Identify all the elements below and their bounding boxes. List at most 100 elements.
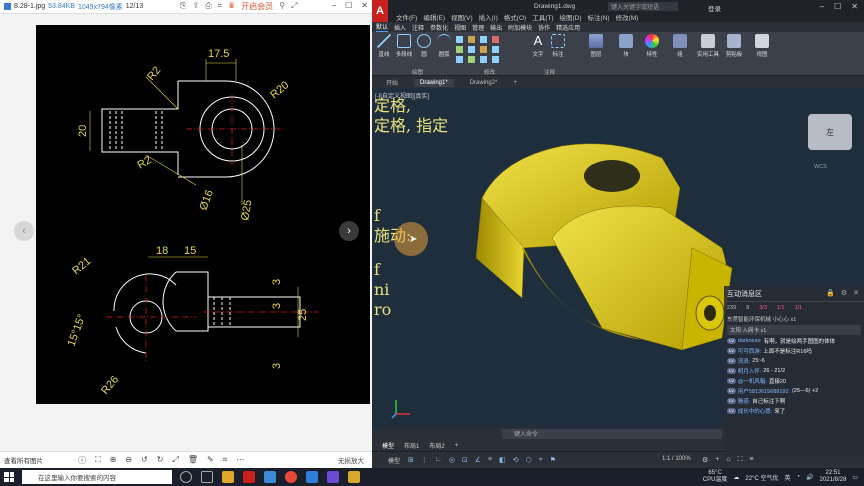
- chat-user[interactable]: 明月入怀:: [738, 367, 762, 375]
- gear-icon[interactable]: ⚙: [702, 456, 708, 464]
- cad-maximize-button[interactable]: ☐: [834, 2, 841, 11]
- group-tool[interactable]: 组: [670, 34, 690, 58]
- file-explorer-icon[interactable]: [222, 471, 234, 483]
- chat-user[interactable]: 魅惑:: [738, 397, 751, 405]
- osnap-icon[interactable]: ⊡: [462, 456, 468, 464]
- maximize-button[interactable]: ☐: [345, 1, 352, 10]
- delete-icon[interactable]: 🗑: [188, 455, 198, 466]
- menu-insert[interactable]: 插入(I): [479, 12, 498, 22]
- fullscreen-toggle-icon[interactable]: ⛶: [738, 456, 743, 464]
- tab-layout2[interactable]: 布局2: [429, 441, 444, 450]
- trim-icon[interactable]: [480, 36, 487, 43]
- explode-icon[interactable]: [492, 46, 499, 53]
- stretch-icon[interactable]: [456, 56, 463, 63]
- share-icon[interactable]: ⇪: [192, 1, 199, 12]
- chat-user[interactable]: 成长中的心愿:: [738, 407, 773, 415]
- menu-view[interactable]: 视图(V): [451, 12, 473, 22]
- autocad-taskbar-icon[interactable]: [243, 471, 255, 483]
- selection-cycling-icon[interactable]: ⟲: [513, 456, 519, 464]
- start-button[interactable]: [4, 472, 14, 482]
- cad-minimize-button[interactable]: –: [820, 2, 824, 11]
- previous-image-button[interactable]: ‹: [14, 221, 34, 241]
- viewcube[interactable]: 左: [808, 114, 852, 150]
- weather-text[interactable]: 22°C 空气优: [745, 473, 778, 482]
- chrome-icon[interactable]: [285, 471, 297, 483]
- tab-output[interactable]: 输出: [490, 23, 502, 32]
- tab-parametric[interactable]: 参数化: [430, 23, 448, 32]
- weather-icon[interactable]: ☁: [733, 474, 739, 481]
- next-image-button[interactable]: ›: [339, 221, 359, 241]
- crop-tool-icon[interactable]: ⌗: [223, 455, 228, 466]
- offset-icon[interactable]: [492, 56, 499, 63]
- chat-user[interactable]: darkness:: [738, 338, 762, 344]
- wcs-label[interactable]: WCS: [814, 164, 827, 170]
- chat-user[interactable]: @一机风箱:: [738, 377, 767, 385]
- rotate-icon[interactable]: [468, 36, 475, 43]
- view-all-images-link[interactable]: 查看所有图片: [4, 455, 43, 465]
- login-button[interactable]: 登录: [708, 3, 721, 13]
- cpu-temp-widget[interactable]: 65°C CPU温度: [703, 470, 728, 484]
- move-icon[interactable]: [456, 36, 463, 43]
- tab-insert[interactable]: 插入: [394, 23, 406, 32]
- menu-draw[interactable]: 绘图(D): [560, 12, 582, 22]
- scale-icon[interactable]: [468, 56, 475, 63]
- tab-featured[interactable]: 精选应用: [556, 23, 580, 32]
- tab-default[interactable]: 默认: [376, 22, 389, 32]
- edit-icon[interactable]: ✎: [207, 455, 214, 466]
- block-tool[interactable]: 块: [616, 34, 636, 58]
- tab-addins[interactable]: 附加模块: [508, 23, 532, 32]
- copy-icon[interactable]: ⎘: [180, 1, 186, 12]
- cortana-icon[interactable]: [180, 471, 192, 483]
- new-tab-icon[interactable]: +: [513, 80, 517, 86]
- cad-close-button[interactable]: ✕: [851, 2, 858, 11]
- volume-icon[interactable]: 🔊: [806, 474, 813, 481]
- tab-drawing1[interactable]: Drawing1*: [414, 78, 454, 87]
- circle-tool[interactable]: 圆: [414, 34, 434, 58]
- grid-icon[interactable]: ⊞: [408, 456, 414, 464]
- menu-tools[interactable]: 工具(T): [532, 12, 553, 22]
- notifications-icon[interactable]: ▭: [852, 474, 858, 481]
- array-icon[interactable]: [480, 56, 487, 63]
- snap-icon[interactable]: ⋮: [421, 456, 428, 464]
- layers-tool[interactable]: 图层: [586, 34, 606, 58]
- zoom-in-icon[interactable]: ⊕: [110, 455, 117, 466]
- rotate-right-icon[interactable]: ↻: [157, 455, 164, 466]
- fillet-icon[interactable]: [480, 46, 487, 53]
- task-view-icon[interactable]: [201, 471, 213, 483]
- 3d-osnap-icon[interactable]: ⬡: [526, 456, 532, 464]
- autocad-logo[interactable]: A: [372, 0, 388, 22]
- text-tool[interactable]: A 文字: [528, 34, 548, 59]
- tab-layout1[interactable]: 布局1: [404, 441, 419, 450]
- workspace-icon[interactable]: ⌂: [726, 456, 730, 464]
- ime-indicator[interactable]: 英: [785, 473, 791, 482]
- tab-annotate[interactable]: 注释: [412, 23, 424, 32]
- lossless-zoom-button[interactable]: 无损放大: [338, 455, 364, 465]
- menu-format[interactable]: 格式(O): [504, 12, 526, 22]
- chat-user[interactable]: 流浪:: [738, 357, 751, 365]
- group-draw-label[interactable]: 绘图: [412, 68, 423, 76]
- group-annotate-label[interactable]: 注释: [544, 68, 555, 76]
- annotation-icon[interactable]: ⚑: [550, 456, 556, 464]
- vip-icon[interactable]: ♛: [228, 1, 235, 12]
- tab-collaborate[interactable]: 协作: [538, 23, 550, 32]
- arc-tool[interactable]: 圆弧: [434, 34, 454, 58]
- transparency-icon[interactable]: ◧: [499, 456, 506, 464]
- live-app-icon[interactable]: [327, 471, 339, 483]
- add-layout-icon[interactable]: +: [455, 443, 459, 449]
- chat-user[interactable]: 用户5813615688192:: [738, 387, 790, 395]
- tab-start[interactable]: 开始: [386, 78, 398, 87]
- otrack-icon[interactable]: ∠: [475, 456, 481, 464]
- properties-tool[interactable]: 特性: [642, 34, 662, 58]
- polyline-tool[interactable]: 多段线: [394, 34, 414, 58]
- more-icon[interactable]: ⋯: [236, 455, 244, 466]
- 3d-solid-model[interactable]: [462, 128, 752, 368]
- utilities-tool[interactable]: 实用工具: [694, 34, 722, 58]
- lock-icon[interactable]: 🔒: [826, 289, 835, 297]
- fit-icon[interactable]: ⛶: [95, 455, 101, 466]
- group-modify-label[interactable]: 修改: [484, 68, 495, 76]
- tab-manage[interactable]: 管理: [472, 23, 484, 32]
- close-button[interactable]: ✕: [361, 1, 368, 10]
- zoom-out-icon[interactable]: ⊖: [125, 455, 132, 466]
- dimension-tool[interactable]: 标注: [548, 34, 568, 58]
- lineweight-icon[interactable]: ≡: [488, 456, 492, 464]
